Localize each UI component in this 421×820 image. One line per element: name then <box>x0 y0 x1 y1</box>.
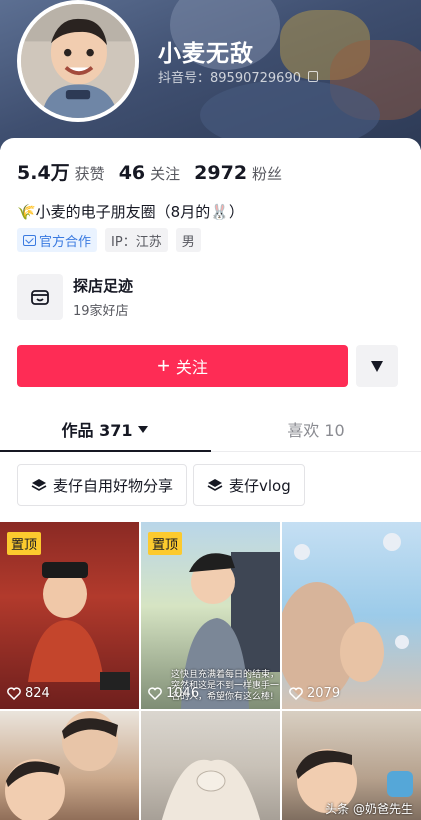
stat-followers-value: 2972 <box>194 162 248 184</box>
thumbnail-image <box>5 711 118 820</box>
stat-likes: 5.4万 获赞 <box>17 158 105 185</box>
video-likes: 824 <box>7 686 50 701</box>
thumbnail-image <box>161 759 261 820</box>
stat-followers[interactable]: 2972 粉丝 <box>194 162 282 184</box>
layers-icon <box>207 479 223 491</box>
heart-icon <box>289 687 303 700</box>
video-grid: 置顶 824 置顶 这快且充满着每日的结束，突然和这是不到一样惠手一名的人，希望… <box>0 522 421 820</box>
official-tag[interactable]: 官方合作 <box>17 228 98 252</box>
tag-row: 官方合作 IP：江苏 男 <box>17 228 201 252</box>
collection-vlog-label: 麦仔vlog <box>229 476 291 495</box>
send-triangle-icon <box>371 361 383 372</box>
collection-goods-label: 麦仔自用好物分享 <box>53 476 174 495</box>
tab-likes-label: 喜欢 10 <box>287 421 345 440</box>
nickname: 小麦无敌 <box>158 41 254 67</box>
stats-row: 5.4万 获赞 46 关注 2972 粉丝 <box>17 158 282 185</box>
content-tabs: 作品 371 喜欢 10 <box>0 406 421 452</box>
store-icon <box>17 274 63 320</box>
gender-tag: 男 <box>175 228 201 252</box>
collection-vlog[interactable]: 麦仔vlog <box>193 464 305 506</box>
follow-button[interactable]: + 关注 <box>17 345 348 387</box>
official-tag-label: 官方合作 <box>39 234 92 250</box>
heart-icon <box>7 687 21 700</box>
recommend-dropdown-button[interactable] <box>356 345 398 387</box>
video-likes-count: 1046 <box>166 686 200 701</box>
tab-likes[interactable]: 喜欢 10 <box>211 406 421 452</box>
pinned-badge: 置顶 <box>7 532 42 555</box>
copy-icon[interactable] <box>307 71 318 82</box>
thumbnail-image <box>282 533 409 702</box>
video-likes-count: 2079 <box>307 686 341 701</box>
video-likes: 1046 <box>148 686 199 701</box>
shop-subtitle: 19家好店 <box>73 304 129 319</box>
plus-icon: + <box>157 353 170 378</box>
video-thumbnail[interactable] <box>0 711 139 820</box>
follow-button-label: 关注 <box>175 360 208 377</box>
video-thumbnail[interactable]: 2079 <box>282 522 421 709</box>
shop-visits-entry[interactable]: 探店足迹 19家好店 <box>17 274 133 320</box>
stat-likes-label: 获赞 <box>74 165 105 183</box>
tab-works[interactable]: 作品 371 <box>0 406 210 452</box>
layers-icon <box>31 479 47 491</box>
tab-works-label: 作品 371 <box>61 421 133 440</box>
pinned-badge: 置顶 <box>148 532 183 555</box>
stat-followers-label: 粉丝 <box>252 165 283 183</box>
bio-text: 🌾小麦的电子朋友圈（8月的🐰） <box>17 203 244 221</box>
stat-following[interactable]: 46 关注 <box>119 162 180 184</box>
official-cooperation-icon <box>23 234 36 246</box>
video-thumbnail[interactable]: 置顶 这快且充满着每日的结束，突然和这是不到一样惠手一名的人，希望你有这么棒! … <box>141 522 280 709</box>
video-likes: 2079 <box>289 686 340 701</box>
stat-likes-value: 5.4万 <box>17 162 70 184</box>
video-thumbnail[interactable]: 置顶 824 <box>0 522 139 709</box>
video-thumbnail[interactable]: 头条 @奶爸先生 <box>282 711 421 820</box>
douyin-id-text: 抖音号：89590729690 <box>158 71 301 86</box>
avatar[interactable] <box>17 0 139 122</box>
video-likes-count: 824 <box>25 686 50 701</box>
watermark: 头条 @奶爸先生 <box>325 802 413 816</box>
heart-icon <box>148 687 162 700</box>
shop-title: 探店足迹 <box>73 277 134 295</box>
stat-following-label: 关注 <box>150 165 181 183</box>
stat-following-value: 46 <box>118 162 146 184</box>
profile-card: 5.4万 获赞 46 关注 2972 粉丝 🌾小麦的电子朋友圈（8月的🐰） 官方… <box>0 138 421 820</box>
collection-row: 麦仔自用好物分享 麦仔vlog <box>17 464 305 506</box>
caret-down-icon <box>138 425 149 433</box>
video-thumbnail[interactable] <box>141 711 280 820</box>
collection-goods[interactable]: 麦仔自用好物分享 <box>17 464 188 506</box>
douyin-id: 抖音号：89590729690 <box>158 67 318 86</box>
ip-location-tag: IP：江苏 <box>105 228 168 252</box>
active-tab-indicator <box>0 450 211 452</box>
